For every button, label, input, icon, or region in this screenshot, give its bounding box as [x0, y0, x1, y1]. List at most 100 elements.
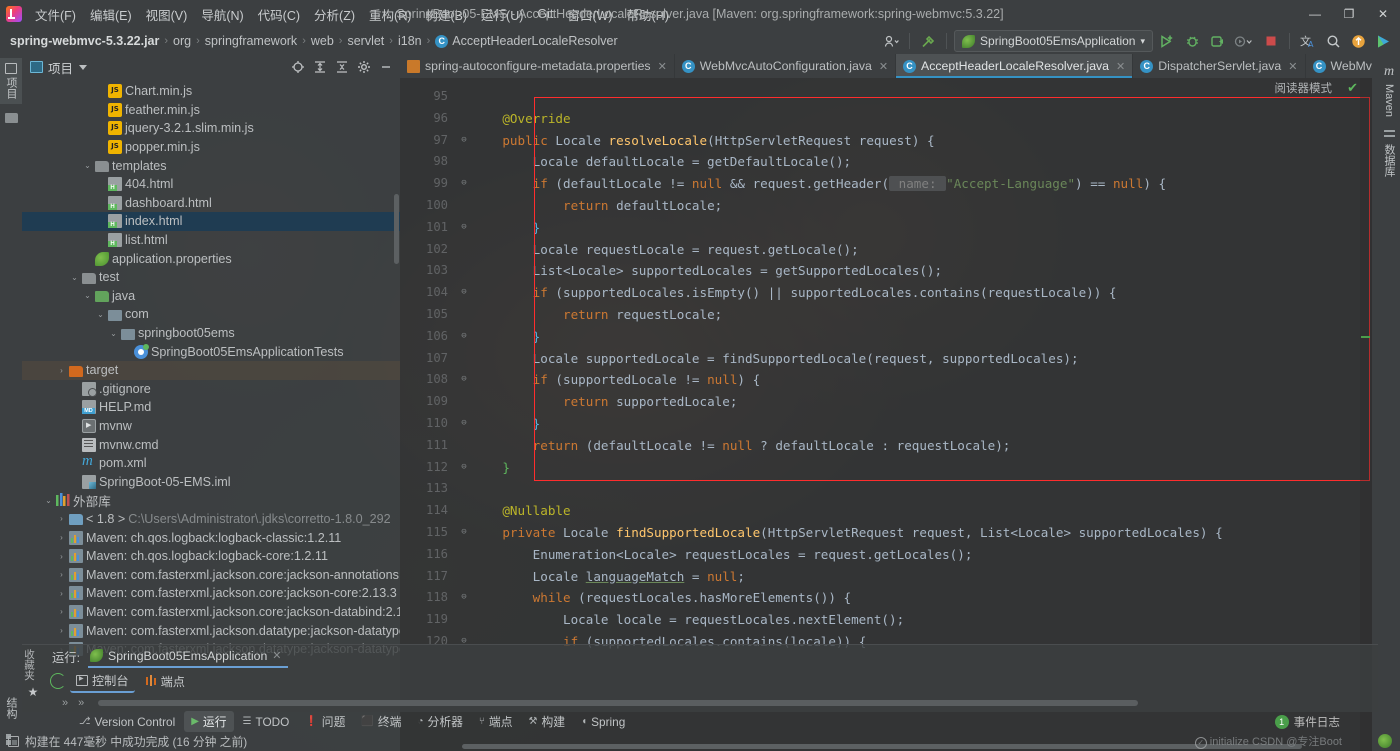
fold-marker[interactable] [456, 478, 472, 500]
tab-endpoints[interactable]: 端点 [139, 670, 191, 692]
code-line[interactable]: while (requestLocales.hasMoreElements())… [472, 587, 1372, 609]
code-line[interactable]: @Nullable [472, 500, 1372, 522]
close-tab-icon[interactable]: ✕ [658, 60, 667, 73]
chevron-down-icon[interactable]: ⌄ [108, 329, 119, 338]
fold-marker[interactable] [456, 609, 472, 631]
tool-window-button[interactable]: ◔分析器 [410, 711, 469, 732]
code-line[interactable]: } [472, 457, 1372, 479]
code-line[interactable]: return requestLocale; [472, 304, 1372, 326]
fold-marker[interactable] [456, 500, 472, 522]
fold-marker[interactable] [456, 195, 472, 217]
close-tab-icon[interactable]: ✕ [879, 60, 888, 73]
tree-row[interactable]: ›.gitignore [22, 380, 400, 399]
tool-window-button[interactable]: ⑂端点 [472, 711, 520, 732]
tree-row[interactable]: ›mvnw.cmd [22, 435, 400, 454]
bookmarks-folder-icon[interactable] [5, 113, 18, 123]
tool-window-button[interactable]: ⬛终端 [354, 711, 408, 732]
overflow-chevron-icon[interactable]: » [78, 697, 84, 709]
code-line[interactable]: @Override [472, 108, 1372, 130]
tree-row[interactable]: ›Maven: com.fasterxml.jackson.datatype:j… [22, 621, 400, 640]
code-line[interactable]: } [472, 413, 1372, 435]
breadcrumb-org[interactable]: org [173, 34, 191, 48]
editor-tab[interactable]: spring-autoconfigure-metadata.properties… [400, 54, 675, 78]
code-line[interactable]: Locale supportedLocale = findSupportedLo… [472, 348, 1372, 370]
code-line[interactable]: Locale requestLocale = request.getLocale… [472, 239, 1372, 261]
select-opened-file-icon[interactable] [288, 57, 308, 77]
tree-row[interactable]: ›Maven: com.fasterxml.jackson.core:jacks… [22, 603, 400, 622]
project-tree-scrollbar[interactable] [394, 194, 399, 264]
sidebar-item-database[interactable]: 数据库 [1378, 123, 1400, 183]
chevron-down-icon[interactable]: ⌄ [82, 161, 93, 170]
debug-button[interactable] [1181, 30, 1203, 52]
tree-row[interactable]: ›Maven: ch.qos.logback:logback-classic:1… [22, 528, 400, 547]
reader-mode-label[interactable]: 阅读器模式 [1275, 80, 1333, 96]
tree-row[interactable]: ›HELP.md [22, 398, 400, 417]
editor-tab-bar[interactable]: spring-autoconfigure-metadata.properties… [400, 54, 1372, 78]
overflow-chevron-icon[interactable]: » [62, 697, 68, 709]
breadcrumb-springframework[interactable]: springframework [205, 34, 297, 48]
window-controls[interactable]: — ❐ ✕ [1298, 0, 1400, 28]
menu-item-file[interactable]: 文件(F) [28, 2, 83, 27]
fold-marker[interactable] [456, 108, 472, 130]
tree-row[interactable]: ›Maven: com.fasterxml.jackson.core:jacks… [22, 565, 400, 584]
tree-row[interactable]: ›< 1.8 >C:\Users\Administrator\.jdks\cor… [22, 510, 400, 529]
breadcrumb-jar[interactable]: spring-webmvc-5.3.22.jar [10, 34, 159, 48]
tree-row[interactable]: ›mvnw [22, 417, 400, 436]
tree-row[interactable]: ›dashboard.html [22, 194, 400, 213]
code-line[interactable]: List<Locale> supportedLocales = getSuppo… [472, 260, 1372, 282]
tool-window-button[interactable]: ⎇Version Control [72, 713, 182, 731]
console-horizontal-scrollbar[interactable] [98, 700, 1138, 706]
fold-marker[interactable]: ⊖ [456, 217, 472, 239]
chevron-down-icon[interactable] [79, 65, 87, 70]
fold-marker[interactable]: ⊖ [456, 413, 472, 435]
code-line[interactable]: return supportedLocale; [472, 391, 1372, 413]
play-circle-icon[interactable] [1372, 30, 1394, 52]
fold-marker[interactable] [456, 391, 472, 413]
menu-item-git[interactable]: Git [530, 4, 560, 24]
tree-row[interactable]: ›list.html [22, 231, 400, 250]
code-line[interactable] [472, 478, 1372, 500]
sidebar-item-project[interactable]: 项目 [0, 58, 22, 104]
breadcrumb-servlet[interactable]: servlet [347, 34, 384, 48]
settings-gear-icon[interactable] [354, 57, 374, 77]
chevron-down-icon[interactable]: ⌄ [82, 291, 93, 300]
close-button[interactable]: ✕ [1366, 0, 1400, 28]
code-line[interactable]: Locale languageMatch = null; [472, 566, 1372, 588]
fold-marker[interactable]: ⊖ [456, 282, 472, 304]
menu-item-view[interactable]: 视图(V) [139, 2, 195, 27]
tree-row[interactable]: ›index.html [22, 212, 400, 231]
code-line[interactable]: Enumeration<Locale> requestLocales = req… [472, 544, 1372, 566]
tree-row[interactable]: ›jquery-3.2.1.slim.min.js [22, 119, 400, 138]
code-line[interactable]: } [472, 217, 1372, 239]
close-tab-icon[interactable]: ✕ [1288, 60, 1297, 73]
tree-row[interactable]: ⌄springboot05ems [22, 324, 400, 343]
tree-row[interactable]: ›feather.min.js [22, 101, 400, 120]
build-hammer-icon[interactable] [917, 30, 939, 52]
tree-row[interactable]: ›Chart.min.js [22, 82, 400, 101]
editor-tab[interactable]: CWebMvcC [1306, 54, 1373, 78]
fold-marker[interactable] [456, 304, 472, 326]
event-log-indicator[interactable]: 1 事件日志 [1275, 714, 1340, 730]
hide-panel-icon[interactable] [376, 57, 396, 77]
chevron-right-icon[interactable]: › [56, 589, 67, 598]
tool-window-button[interactable]: ⚒构建 [522, 711, 573, 732]
run-with-coverage-button[interactable] [1206, 30, 1228, 52]
fold-marker[interactable] [456, 86, 472, 108]
inspection-ok-icon[interactable]: ✔ [1347, 80, 1358, 96]
translate-icon[interactable]: 文A [1297, 30, 1319, 52]
menu-item-code[interactable]: 代码(C) [251, 2, 307, 27]
fold-marker[interactable] [456, 348, 472, 370]
tool-window-button[interactable]: ▶运行 [184, 711, 233, 732]
fold-marker[interactable]: ⊖ [456, 130, 472, 152]
code-line[interactable]: if (defaultLocale != null && request.get… [472, 173, 1372, 195]
menu-item-build[interactable]: 构建(B) [418, 2, 474, 27]
close-tab-icon[interactable]: ✕ [1116, 60, 1125, 73]
editor-tab[interactable]: CDispatcherServlet.java✕ [1133, 54, 1305, 78]
chevron-right-icon[interactable]: › [56, 626, 67, 635]
chevron-down-icon[interactable]: ⌄ [95, 310, 106, 319]
tool-window-button[interactable]: ❗问题 [298, 711, 352, 732]
breadcrumb-web[interactable]: web [311, 34, 334, 48]
main-menu[interactable]: 文件(F) 编辑(E) 视图(V) 导航(N) 代码(C) 分析(Z) 重构(R… [28, 2, 676, 27]
close-icon[interactable]: ✕ [272, 649, 281, 662]
code-line[interactable]: private Locale findSupportedLocale(HttpS… [472, 522, 1372, 544]
